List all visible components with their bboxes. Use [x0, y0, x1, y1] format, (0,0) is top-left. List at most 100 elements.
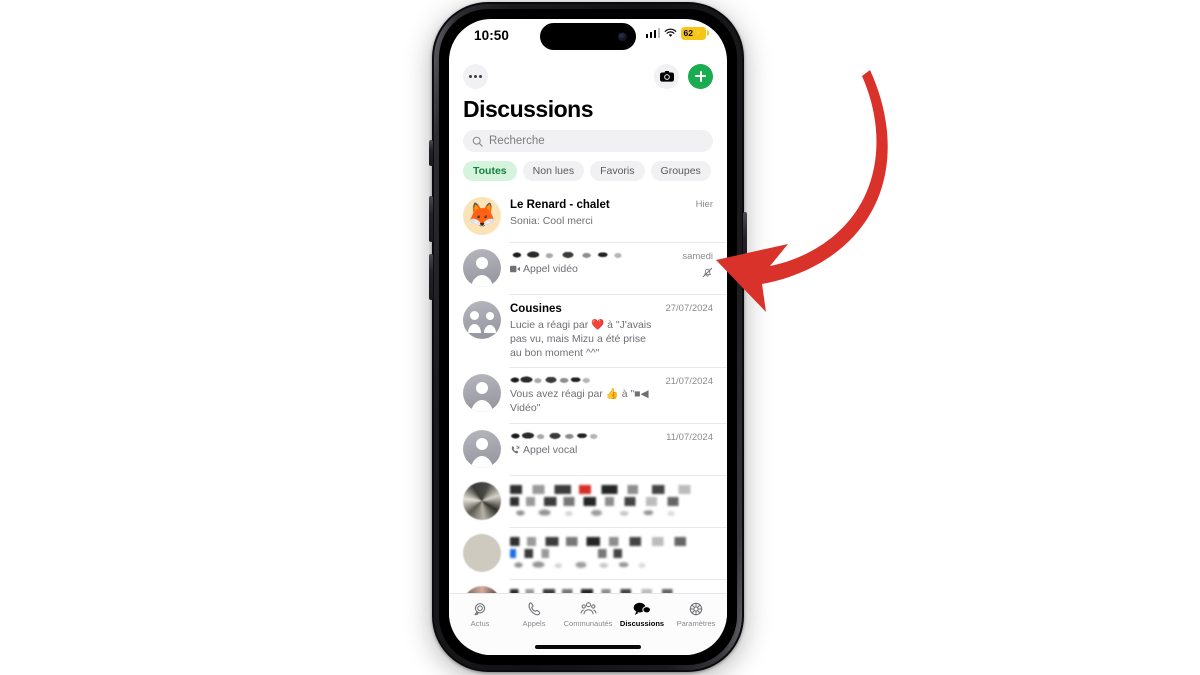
chat-preview-text: Appel vidéo [523, 263, 578, 276]
chat-list-item[interactable] [449, 526, 727, 579]
filter-chip-favoris[interactable]: Favoris [590, 161, 645, 182]
tab-actus[interactable]: Actus [453, 600, 507, 628]
camera-button[interactable] [654, 63, 679, 89]
chat-timestamp: 21/07/2024 [665, 376, 713, 388]
bottom-tab-bar[interactable]: Actus Appels Communautés Discussions Par… [449, 593, 727, 639]
mute-indicator [682, 267, 713, 278]
status-time: 10:50 [474, 28, 510, 43]
status-indicators: 62 ⚡ [645, 27, 706, 40]
cellular-signal-icon [645, 28, 660, 39]
header-action-row [463, 61, 713, 91]
filter-chip-toutes[interactable]: Toutes [463, 161, 517, 182]
home-indicator[interactable] [449, 639, 727, 655]
wifi-icon [664, 28, 677, 37]
redacted-chat-title [510, 376, 593, 385]
tab-label: Appels [522, 619, 546, 628]
chat-meta: Hier [690, 197, 713, 210]
avatar [463, 249, 501, 288]
chat-content: Appel vidéo [510, 249, 676, 276]
avatar [463, 429, 501, 468]
redacted-chat-preview [510, 496, 689, 506]
redacted-chat-preview [510, 508, 683, 517]
redacted-chat-title [510, 251, 627, 260]
chat-preview: Appel vidéo [510, 262, 676, 276]
redacted-chat-preview [510, 560, 653, 569]
chat-content: Vous avez réagi par 👍 à "■◀ Vidéo" [510, 374, 659, 415]
avatar [463, 585, 501, 593]
chat-content [510, 482, 713, 520]
redacted-chat-title [510, 484, 713, 494]
chat-bubbles-icon [633, 600, 651, 617]
status-bar: 10:50 62 ⚡ [449, 19, 727, 55]
redacted-chat-title [510, 536, 697, 546]
chat-list-item[interactable]: Appel vidéo samedi [449, 242, 727, 294]
search-icon [472, 136, 483, 147]
redacted-chat-title [510, 431, 601, 440]
chat-content: Le Renard - chalet Sonia: Cool merci [510, 197, 690, 228]
more-options-button[interactable] [463, 63, 488, 89]
battery-icon: 62 ⚡ [681, 27, 706, 40]
avatar [463, 301, 501, 340]
chat-list-item[interactable]: Appel vocal 11/07/2024 [449, 422, 727, 475]
dynamic-island [540, 23, 636, 50]
filter-chip-non-lues[interactable]: Non lues [522, 161, 585, 182]
chat-timestamp: 11/07/2024 [666, 431, 713, 443]
tab-label: Communautés [563, 619, 613, 628]
screenshot-canvas: 10:50 62 ⚡ Discussions Recherche Toutes … [0, 0, 1200, 675]
avatar [463, 533, 501, 572]
chat-list-item[interactable]: Vous avez réagi par 👍 à "■◀ Vidéo" 21/07… [449, 367, 727, 422]
chat-preview: Appel vocal [510, 443, 660, 457]
silent-switch[interactable] [429, 140, 433, 166]
avatar [463, 374, 501, 413]
chat-content: Appel vocal [510, 430, 660, 457]
redacted-chat-preview [510, 548, 632, 558]
tab-label: Actus [470, 619, 490, 628]
volume-down-button[interactable] [429, 254, 433, 300]
tab-parametres[interactable]: Paramètres [669, 600, 723, 628]
chat-title: Cousines [510, 303, 562, 316]
phone-icon [526, 600, 542, 617]
chat-timestamp: Hier [695, 199, 713, 211]
chat-list-item[interactable]: 🦊 Le Renard - chalet Sonia: Cool merci H… [449, 190, 727, 242]
chat-timestamp: samedi [682, 251, 713, 263]
chat-preview: Lucie a réagi par ❤️ à "J'avais pas vu, … [510, 318, 652, 360]
front-camera-icon [618, 32, 627, 41]
power-button[interactable] [743, 212, 747, 276]
chat-meta: 11/07/2024 [660, 430, 713, 443]
chat-content [510, 586, 713, 593]
phone-screen: 10:50 62 ⚡ Discussions Recherche Toutes … [449, 19, 727, 655]
battery-level: 62 [683, 28, 693, 38]
header-actions [654, 63, 713, 89]
missed-voice-call-icon [511, 445, 520, 453]
more-horizontal-icon [474, 74, 477, 78]
search-input[interactable]: Recherche [463, 130, 713, 153]
filter-chip-groupes[interactable]: Groupes [650, 161, 711, 182]
app-header: Discussions Recherche Toutes Non lues Fa… [449, 55, 727, 190]
camera-icon [659, 70, 674, 82]
chat-list-item[interactable]: Cousines Lucie a réagi par ❤️ à "J'avais… [449, 294, 727, 367]
status-rings-icon [472, 600, 488, 617]
chat-preview: Sonia: Cool merci [510, 214, 593, 227]
volume-up-button[interactable] [429, 196, 433, 242]
tab-appels[interactable]: Appels [507, 600, 561, 628]
chat-meta: 27/07/2024 [659, 301, 713, 314]
chat-list-item[interactable] [449, 474, 727, 527]
more-horizontal-icon [479, 74, 482, 78]
video-call-icon [510, 266, 520, 273]
new-chat-button[interactable] [688, 63, 713, 89]
avatar: 🦊 [463, 197, 501, 236]
chat-content: Cousines Lucie a réagi par ❤️ à "J'avais… [510, 301, 659, 360]
redacted-chat-title [510, 588, 683, 593]
chat-list-item[interactable] [449, 578, 727, 593]
tab-communautes[interactable]: Communautés [561, 600, 615, 628]
more-horizontal-icon [469, 74, 472, 78]
tab-discussions[interactable]: Discussions [615, 600, 669, 628]
chat-meta: 21/07/2024 [659, 374, 713, 387]
chat-list[interactable]: 🦊 Le Renard - chalet Sonia: Cool merci H… [449, 190, 727, 593]
chat-content [510, 534, 713, 572]
search-placeholder: Recherche [489, 135, 545, 148]
gear-icon [688, 600, 704, 617]
chat-preview-text: Appel vocal [523, 443, 578, 456]
page-title: Discussions [463, 96, 594, 122]
communities-icon [580, 600, 597, 617]
